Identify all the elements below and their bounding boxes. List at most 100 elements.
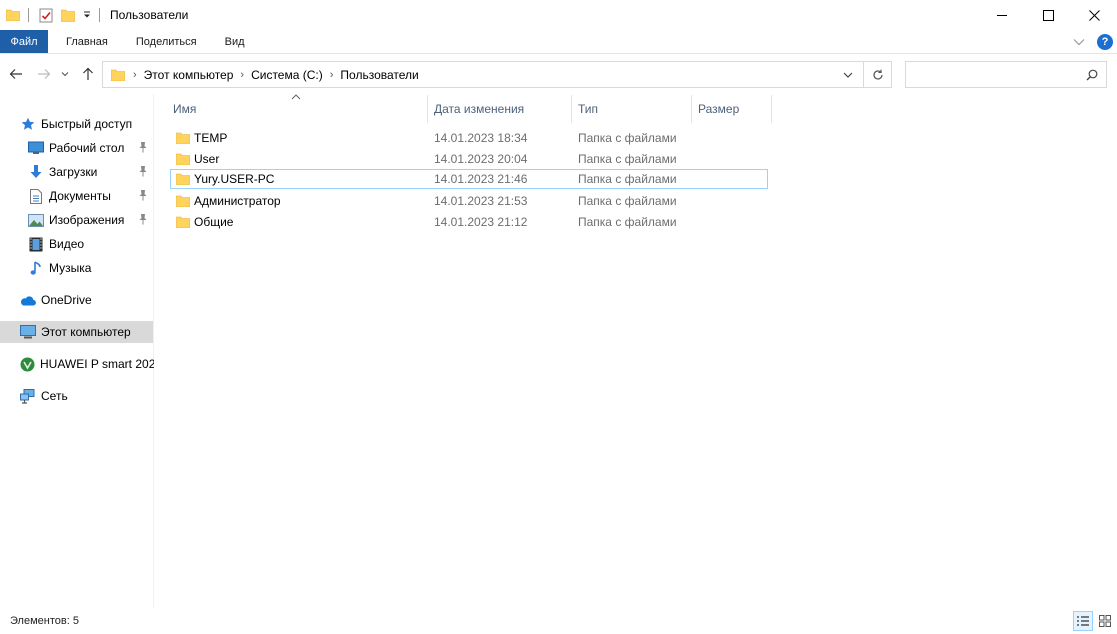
picture-icon [28, 212, 44, 228]
navigation-pane: Быстрый доступ Рабочий стол Загрузки Док… [0, 94, 154, 608]
arrow-right-icon [38, 69, 51, 79]
forward-button[interactable] [34, 64, 54, 84]
search-box[interactable] [905, 61, 1107, 88]
file-row-yury-user-pc[interactable]: Yury.USER-PC 14.01.2023 21:46 Папка с фа… [170, 169, 768, 189]
desktop-icon [28, 140, 44, 156]
chevron-down-icon [843, 72, 853, 78]
file-date: 14.01.2023 18:34 [434, 131, 528, 145]
new-folder-button[interactable] [59, 5, 77, 25]
chevron-down-icon [61, 72, 69, 77]
nav-item-desktop[interactable]: Рабочий стол [28, 137, 154, 159]
file-name: TEMP [194, 131, 228, 145]
film-icon [28, 236, 44, 252]
properties-button[interactable] [37, 5, 55, 25]
nav-item-label: Быстрый доступ [41, 117, 133, 131]
nav-item-documents[interactable]: Документы [28, 185, 154, 207]
nav-item-label: Этот компьютер [41, 325, 131, 339]
tab-file[interactable]: Файл [0, 30, 48, 53]
nav-item-label: Музыка [49, 261, 92, 275]
tab-share[interactable]: Поделиться [122, 30, 211, 53]
file-type: Папка с файлами [578, 131, 677, 145]
status-bar: Элементов: 5 [0, 608, 1117, 634]
breadcrumb-chevron-icon[interactable]: › [330, 69, 334, 81]
details-view-button[interactable] [1073, 611, 1093, 631]
file-row-user[interactable]: User 14.01.2023 20:04 Папка с файлами [170, 149, 768, 169]
nav-item-videos[interactable]: Видео [28, 233, 154, 255]
nav-item-pictures[interactable]: Изображения [28, 209, 154, 231]
column-header-date[interactable]: Дата изменения [428, 95, 572, 123]
folder-icon [176, 216, 190, 228]
help-button[interactable]: ? [1097, 34, 1113, 50]
pin-icon[interactable] [138, 213, 148, 228]
nav-item-label: Изображения [49, 213, 125, 227]
ribbon-controls: ? [1071, 32, 1113, 52]
large-icons-view-icon [1099, 615, 1111, 627]
nav-item-label: OneDrive [41, 293, 92, 307]
file-date: 14.01.2023 21:12 [434, 215, 528, 229]
document-icon [28, 188, 44, 204]
large-icons-view-button[interactable] [1095, 611, 1115, 631]
search-input[interactable] [906, 62, 1086, 87]
close-button[interactable] [1071, 0, 1117, 30]
chevron-down-icon [84, 11, 90, 18]
nav-quick-access[interactable]: Быстрый доступ [20, 113, 154, 135]
breadcrumb-users[interactable]: Пользователи [340, 68, 418, 82]
network-icon [20, 388, 36, 404]
nav-item-downloads[interactable]: Загрузки [28, 161, 154, 183]
file-type: Папка с файлами [578, 152, 677, 166]
music-note-icon [28, 260, 44, 276]
nav-item-music[interactable]: Музыка [28, 257, 154, 279]
folder-icon [111, 69, 125, 81]
close-icon [1088, 9, 1100, 21]
file-type: Папка с файлами [578, 215, 677, 229]
computer-icon [20, 324, 36, 340]
nav-item-label: Загрузки [49, 165, 98, 179]
file-type: Папка с файлами [578, 172, 677, 186]
properties-icon [39, 8, 53, 23]
nav-item-huawei-device[interactable]: HUAWEI P smart 2021 [20, 353, 154, 375]
breadcrumb-chevron-icon[interactable]: › [240, 69, 244, 81]
file-date: 14.01.2023 21:53 [434, 194, 528, 208]
file-date: 14.01.2023 20:04 [434, 152, 528, 166]
breadcrumb-this-pc[interactable]: Этот компьютер [144, 68, 234, 82]
minimize-button[interactable] [979, 0, 1025, 30]
column-header-size[interactable]: Размер [692, 95, 772, 123]
folder-icon [176, 195, 190, 207]
tab-home[interactable]: Главная [48, 30, 122, 53]
file-date: 14.01.2023 21:46 [434, 172, 528, 186]
column-header-name[interactable]: Имя [167, 95, 428, 123]
file-name: Общие [194, 215, 234, 229]
breadcrumb-chevron-icon[interactable]: › [133, 69, 137, 81]
pin-icon[interactable] [138, 141, 148, 156]
toolbar-separator [28, 8, 29, 22]
chevron-down-icon [1073, 39, 1085, 46]
folder-icon [176, 153, 190, 165]
address-bar[interactable]: › Этот компьютер › Система (C:) › Пользо… [102, 61, 892, 88]
nav-item-onedrive[interactable]: OneDrive [20, 289, 154, 311]
nav-item-network[interactable]: Сеть [20, 385, 154, 407]
customize-toolbar-dropdown[interactable] [81, 5, 93, 25]
address-history-dropdown[interactable] [835, 62, 861, 87]
download-arrow-icon [28, 164, 44, 180]
nav-item-this-pc[interactable]: Этот компьютер [0, 321, 153, 343]
file-row-public[interactable]: Общие 14.01.2023 21:12 Папка с файлами [170, 212, 768, 232]
tab-view[interactable]: Вид [211, 30, 259, 53]
maximize-button[interactable] [1025, 0, 1071, 30]
maximize-icon [1042, 9, 1054, 21]
ribbon-tabs: Файл Главная Поделиться Вид ? [0, 30, 1117, 54]
file-type: Папка с файлами [578, 194, 677, 208]
recent-locations-button[interactable] [58, 64, 72, 84]
breadcrumb-system-drive[interactable]: Система (C:) [251, 68, 323, 82]
file-name: Yury.USER-PC [194, 172, 275, 186]
up-button[interactable] [78, 64, 98, 84]
file-row-administrator[interactable]: Администратор 14.01.2023 21:53 Папка с ф… [170, 191, 768, 211]
pin-icon[interactable] [138, 189, 148, 204]
pin-icon[interactable] [138, 165, 148, 180]
refresh-button[interactable] [863, 62, 891, 87]
file-row-temp[interactable]: TEMP 14.01.2023 18:34 Папка с файлами [170, 128, 768, 148]
folder-icon [176, 132, 190, 144]
back-button[interactable] [6, 64, 26, 84]
column-header-type[interactable]: Тип [572, 95, 692, 123]
expand-ribbon-button[interactable] [1071, 34, 1087, 50]
arrow-up-icon [83, 67, 93, 80]
